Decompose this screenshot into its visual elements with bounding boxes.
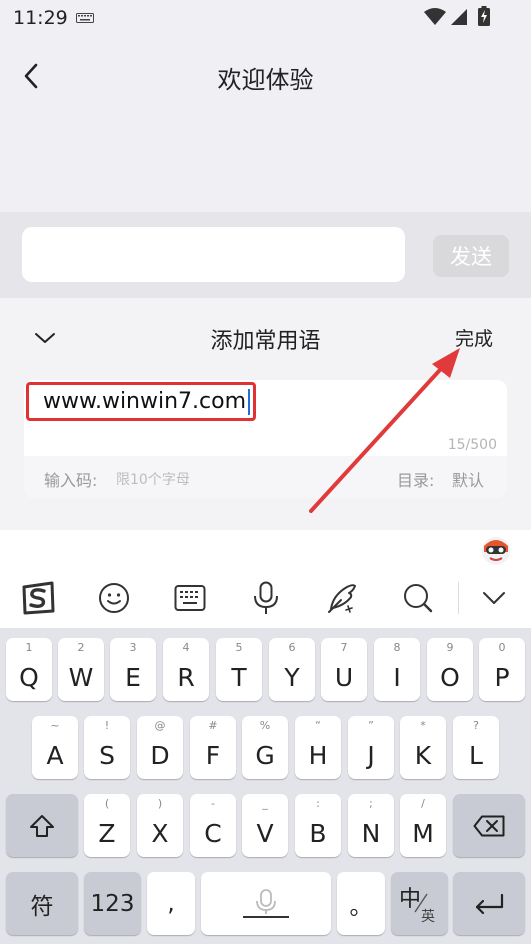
enter-key[interactable] bbox=[453, 872, 525, 935]
key-s[interactable]: ! S bbox=[84, 716, 130, 779]
message-input[interactable] bbox=[22, 227, 405, 282]
symbol-key[interactable]: 符 bbox=[6, 872, 78, 935]
key-z[interactable]: (Z bbox=[84, 794, 130, 857]
space-key[interactable] bbox=[201, 872, 331, 935]
period-key[interactable]: 。 bbox=[337, 872, 385, 935]
send-button[interactable]: 发送 bbox=[433, 235, 509, 277]
handwriting-icon bbox=[328, 584, 356, 613]
key-y[interactable]: 6Y bbox=[269, 638, 315, 701]
comma-key[interactable]: , bbox=[147, 872, 195, 935]
key-p[interactable]: 0P bbox=[479, 638, 525, 701]
hide-keyboard-button[interactable] bbox=[474, 578, 514, 618]
collapse-keyboard-icon bbox=[483, 592, 505, 604]
backspace-key[interactable] bbox=[453, 794, 525, 857]
microphone-icon bbox=[254, 581, 278, 614]
page-title: 欢迎体验 bbox=[217, 66, 314, 94]
key-t[interactable]: 5T bbox=[216, 638, 262, 701]
key-g[interactable]: % G bbox=[242, 716, 288, 779]
add-phrase-panel: 添加常用语 完成 www.winwin7.com 15/500 输入码: 限10… bbox=[0, 298, 531, 530]
directory-select[interactable]: 默认 bbox=[452, 467, 484, 491]
key-w[interactable]: 2W bbox=[58, 638, 104, 701]
key-d[interactable]: @ D bbox=[137, 716, 183, 779]
key-k[interactable]: * K bbox=[400, 716, 446, 779]
key-n[interactable]: ; N bbox=[348, 794, 394, 857]
key-u[interactable]: 7U bbox=[321, 638, 367, 701]
ime-toolbar bbox=[0, 530, 531, 628]
key-a[interactable]: ~ A bbox=[32, 716, 78, 779]
number-key[interactable]: 123 bbox=[84, 872, 141, 935]
text-caret bbox=[248, 388, 251, 415]
emoji-icon bbox=[99, 583, 129, 613]
battery-charging-icon bbox=[478, 6, 490, 26]
key-i[interactable]: 8I bbox=[374, 638, 420, 701]
nav-header: 欢迎体验 bbox=[0, 36, 531, 116]
key-b[interactable]: :B bbox=[295, 794, 341, 857]
key-j[interactable]: ” J bbox=[348, 716, 394, 779]
key-e[interactable]: 3E bbox=[110, 638, 156, 701]
key-q[interactable]: 1Q bbox=[6, 638, 52, 701]
keyboard-status-icon bbox=[76, 13, 94, 23]
phrase-card: www.winwin7.com 15/500 输入码: 限10个字母 目录: 默… bbox=[24, 380, 507, 498]
signal-icon bbox=[451, 9, 467, 25]
search-button[interactable] bbox=[398, 578, 438, 618]
space-key-face bbox=[201, 872, 331, 935]
voice-input-button[interactable] bbox=[246, 578, 286, 618]
language-switch-key[interactable]: 中 英 bbox=[391, 872, 448, 935]
emoji-button[interactable] bbox=[94, 578, 134, 618]
status-bar: 11:29 bbox=[0, 0, 531, 36]
mascot-icon[interactable] bbox=[479, 532, 513, 566]
key-c[interactable]: -C bbox=[190, 794, 236, 857]
enter-key-face bbox=[453, 872, 525, 935]
keyboard-switch-button[interactable] bbox=[170, 578, 210, 618]
char-counter: 15/500 bbox=[447, 437, 497, 453]
key-r[interactable]: 4R bbox=[163, 638, 209, 701]
phrase-text: www.winwin7.com bbox=[43, 389, 247, 414]
input-code-label: 输入码: bbox=[44, 471, 98, 490]
input-code-field[interactable]: 限10个字母 bbox=[116, 469, 190, 489]
panel-title: 添加常用语 bbox=[210, 329, 321, 354]
keyboard: 1Q 2W 3E 4R 5T 6Y 7U 8I 9O 0P ~ A ! S @ D #… bbox=[0, 628, 531, 944]
lang-sub-label: 英 bbox=[421, 909, 435, 925]
directory-label: 目录: bbox=[397, 471, 435, 490]
enter-icon bbox=[475, 893, 504, 914]
done-button[interactable]: 完成 bbox=[455, 324, 493, 351]
key-x[interactable]: ) X bbox=[137, 794, 183, 857]
send-bar: 发送 bbox=[0, 212, 531, 298]
content-area bbox=[0, 116, 531, 212]
handwriting-button[interactable] bbox=[322, 578, 362, 618]
sogou-logo-button[interactable] bbox=[18, 578, 58, 618]
key-o[interactable]: 9O bbox=[427, 638, 473, 701]
key-l[interactable]: ? L bbox=[453, 716, 499, 779]
backspace-key-face bbox=[453, 794, 525, 857]
key-h[interactable]: “H bbox=[295, 716, 341, 779]
shift-icon bbox=[30, 814, 54, 837]
toolbar-divider bbox=[458, 582, 459, 614]
search-icon bbox=[404, 584, 433, 613]
key-m[interactable]: / M bbox=[400, 794, 446, 857]
sogou-logo-icon bbox=[22, 581, 55, 615]
key-f[interactable]: # F bbox=[190, 716, 236, 779]
space-microphone-icon bbox=[243, 888, 289, 918]
backspace-icon bbox=[473, 815, 505, 836]
status-time: 11:29 bbox=[13, 7, 68, 29]
wifi-icon bbox=[424, 8, 446, 25]
shift-key-face bbox=[6, 794, 78, 857]
phrase-input[interactable]: www.winwin7.com bbox=[26, 382, 256, 421]
shift-key[interactable] bbox=[6, 794, 78, 857]
key-v[interactable]: _ V bbox=[242, 794, 288, 857]
keyboard-icon bbox=[174, 585, 206, 611]
